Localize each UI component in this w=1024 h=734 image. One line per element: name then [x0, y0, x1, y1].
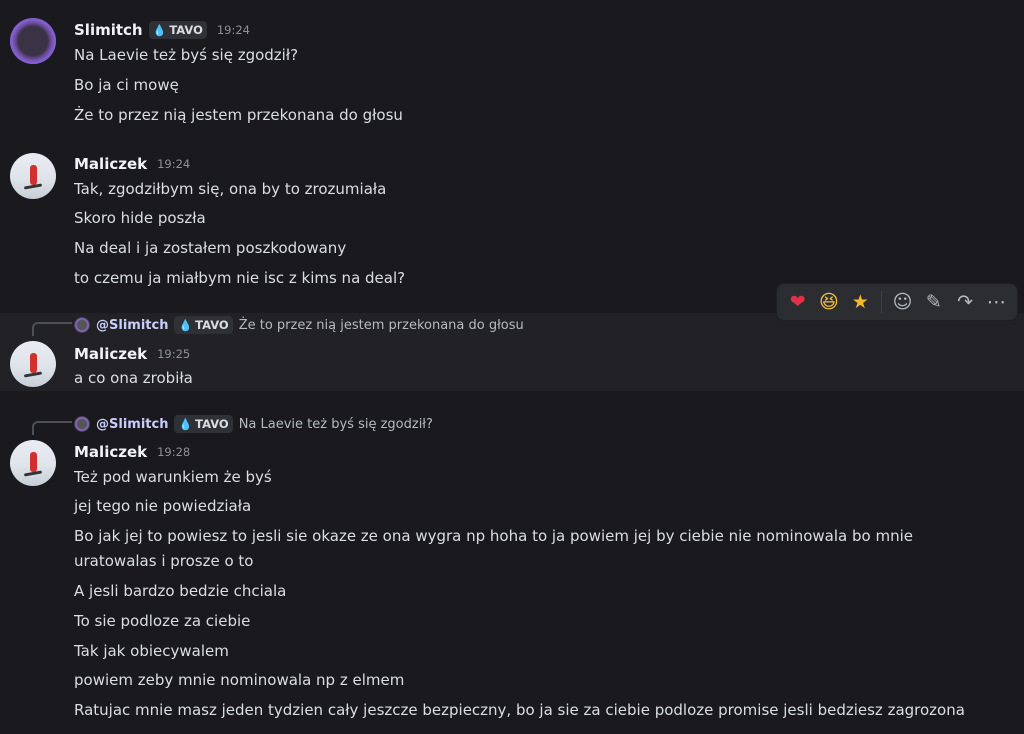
- water-drop-icon: 💧: [152, 23, 167, 37]
- reply-preview[interactable]: @Slimitch 💧 TAVO Że to przez nią jestem …: [74, 316, 524, 334]
- message-header: Slimitch 💧 TAVO 19:24: [74, 20, 250, 40]
- message-line: powiem zeby mnie nominowala np z elmem: [74, 671, 405, 689]
- timestamp: 19:25: [157, 347, 191, 361]
- reply-text[interactable]: Na Laevie też byś się zgodził?: [239, 417, 433, 432]
- message-line: Że to przez nią jestem przekonana do gło…: [74, 106, 403, 124]
- heart-reaction-button[interactable]: ❤: [783, 287, 812, 317]
- guild-tag[interactable]: 💧 TAVO: [148, 21, 207, 39]
- add-reaction-icon[interactable]: ☺: [888, 287, 917, 317]
- avatar[interactable]: [10, 440, 56, 486]
- message-line: jej tego nie powiedziała: [74, 497, 252, 515]
- avatar[interactable]: [10, 341, 56, 387]
- message-line: A jesli bardzo bedzie chciala: [74, 582, 287, 600]
- message-line: Też pod warunkiem że byś: [74, 468, 272, 486]
- timestamp: 19:28: [157, 445, 191, 459]
- message-line: Na deal i ja zostałem poszkodowany: [74, 239, 347, 257]
- username[interactable]: Maliczek: [74, 443, 147, 461]
- message-line: To sie podloze za ciebie: [74, 612, 251, 630]
- guild-tag: 💧 TAVO: [174, 316, 233, 334]
- reply-username[interactable]: @Slimitch: [96, 417, 168, 432]
- message-line: uratowalas i prosze o to: [74, 552, 254, 570]
- reply-text[interactable]: Że to przez nią jestem przekonana do gło…: [239, 318, 524, 333]
- message-header: Maliczek 19:28: [74, 442, 190, 462]
- username[interactable]: Maliczek: [74, 345, 147, 363]
- message-header: Maliczek 19:25: [74, 344, 190, 364]
- message-line: Tak jak obiecywalem: [74, 642, 229, 660]
- guild-tag-label: TAVO: [169, 23, 203, 37]
- message-line: Bo jak jej to powiesz to jesli sie okaze…: [74, 527, 913, 545]
- forward-icon[interactable]: ↷: [950, 287, 979, 317]
- reply-connector: [32, 322, 72, 336]
- message-actions-toolbar: ❤ 😆 ★ ☺ ✎ ↷ ⋯: [776, 283, 1018, 321]
- message-line: Bo ja ci mowę: [74, 76, 179, 94]
- water-drop-icon: 💧: [178, 417, 193, 431]
- water-drop-icon: 💧: [178, 318, 193, 332]
- reply-username[interactable]: @Slimitch: [96, 318, 168, 333]
- message-line: Ratujac mnie masz jeden tydzien cały jes…: [74, 701, 965, 719]
- edit-icon[interactable]: ✎: [919, 287, 948, 317]
- reply-preview[interactable]: @Slimitch 💧 TAVO Na Laevie też byś się z…: [74, 415, 433, 433]
- message-line: Na Laevie też byś się zgodził?: [74, 46, 299, 64]
- laughing-reaction-button[interactable]: 😆: [814, 287, 843, 317]
- avatar[interactable]: [10, 18, 56, 64]
- toolbar-divider: [880, 291, 882, 313]
- username[interactable]: Slimitch: [74, 21, 143, 39]
- star-reaction-button[interactable]: ★: [846, 287, 875, 317]
- message-line: Tak, zgodziłbym się, ona by to zrozumiał…: [74, 180, 387, 198]
- reply-connector: [32, 421, 72, 435]
- timestamp: 19:24: [157, 157, 191, 171]
- message-header: Maliczek 19:24: [74, 154, 190, 174]
- message-line: a co ona zrobiła: [74, 369, 193, 387]
- reply-avatar: [74, 317, 90, 333]
- chat-view: Slimitch 💧 TAVO 19:24 Na Laevie też byś …: [0, 0, 1024, 734]
- avatar[interactable]: [10, 153, 56, 199]
- username[interactable]: Maliczek: [74, 155, 147, 173]
- message-line: to czemu ja miałbym nie isc z kims na de…: [74, 269, 406, 287]
- guild-tag-label: TAVO: [195, 417, 229, 431]
- reply-avatar: [74, 416, 90, 432]
- timestamp: 19:24: [216, 23, 251, 37]
- guild-tag-label: TAVO: [195, 318, 229, 332]
- guild-tag: 💧 TAVO: [174, 415, 233, 433]
- more-icon[interactable]: ⋯: [982, 287, 1011, 317]
- message-line: Skoro hide poszła: [74, 209, 206, 227]
